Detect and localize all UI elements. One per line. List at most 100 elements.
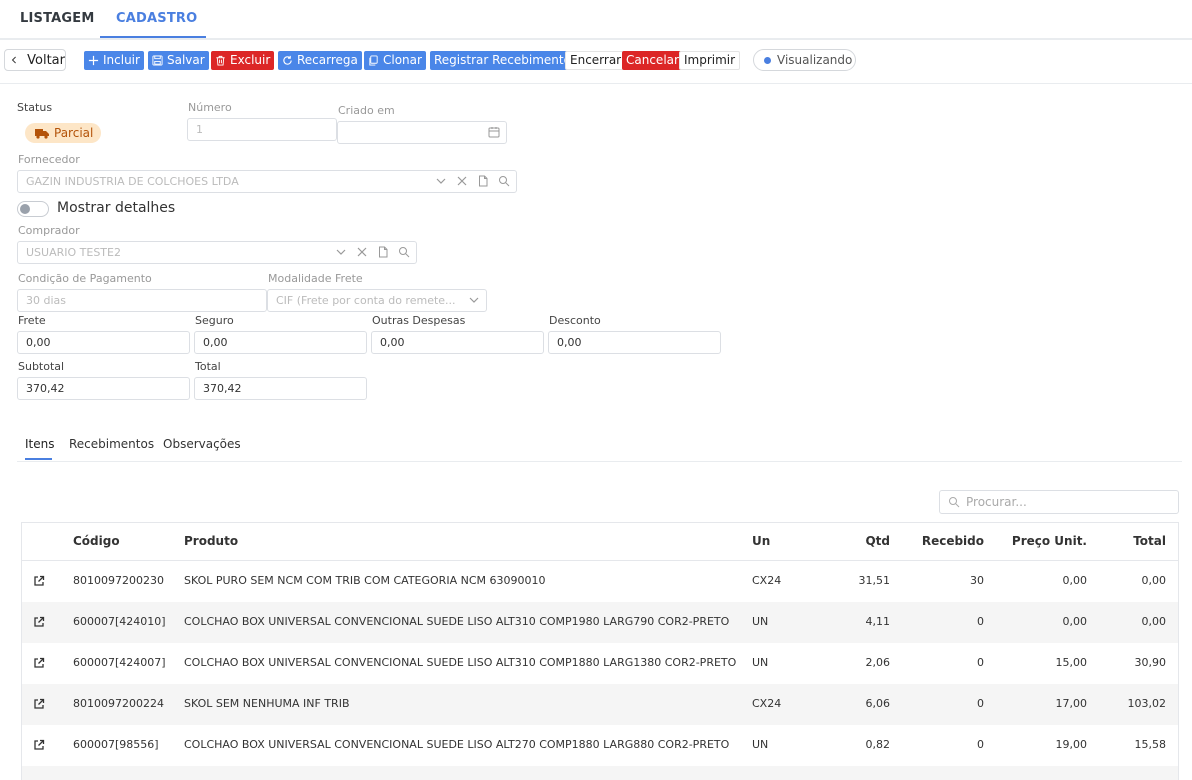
cell-recebido: 0 (977, 615, 984, 628)
top-tab-bar: LISTAGEM CADASTRO (0, 0, 1192, 40)
status-badge-label: Parcial (54, 126, 94, 140)
outras-despesas-label: Outras Despesas (372, 314, 466, 327)
seguro-field[interactable]: 0,00 (194, 331, 367, 354)
tab-observacoes[interactable]: Observações (163, 437, 241, 451)
document-icon[interactable] (377, 246, 389, 258)
open-external-icon[interactable] (33, 739, 45, 751)
mostrar-detalhes-toggle[interactable] (17, 201, 49, 217)
modalidade-frete-select[interactable]: CIF (Frete por conta do remete... (267, 289, 487, 312)
save-icon (152, 55, 163, 66)
tab-cadastro[interactable]: CADASTRO (116, 11, 197, 26)
cell-codigo: 8010097200230 (73, 574, 164, 587)
clear-icon[interactable] (356, 246, 368, 258)
desconto-field[interactable]: 0,00 (548, 331, 721, 354)
table-row[interactable] (22, 766, 1178, 780)
voltar-label: Voltar (27, 52, 65, 68)
header-recebido[interactable]: Recebido (902, 534, 984, 548)
table-header: Código Produto Un Qtd Recebido Preço Uni… (22, 523, 1178, 561)
fornecedor-field[interactable]: GAZIN INDUSTRIA DE COLCHOES LTDA (17, 170, 517, 193)
outras-despesas-field[interactable]: 0,00 (371, 331, 544, 354)
table-row[interactable]: 8010097200224 SKOL SEM NENHUMA INF TRIB CX… (22, 684, 1178, 725)
registrar-recebimento-button[interactable]: Registrar Recebimento (430, 51, 575, 70)
header-preco-unit[interactable]: Preço Unit. (997, 534, 1087, 548)
search-placeholder: Procurar... (966, 495, 1027, 509)
mode-indicator: Visualizando (753, 49, 856, 71)
header-qtd[interactable]: Qtd (822, 534, 890, 548)
mode-label: Visualizando (777, 53, 853, 67)
status-badge: Parcial (25, 123, 101, 143)
items-table: Código Produto Un Qtd Recebido Preço Uni… (21, 522, 1179, 780)
cell-codigo: 8010097200224 (73, 697, 164, 710)
table-row[interactable]: 600007[424007] COLCHAO BOX UNIVERSAL CONV… (22, 643, 1178, 684)
tab-listagem[interactable]: LISTAGEM (20, 11, 95, 26)
cell-recebido: 0 (977, 697, 984, 710)
open-external-icon[interactable] (33, 616, 45, 628)
table-row[interactable]: 600007[98556] COLCHAO BOX UNIVERSAL CONVE… (22, 725, 1178, 766)
salvar-button[interactable]: Salvar (148, 51, 209, 70)
voltar-button[interactable]: Voltar (4, 49, 66, 71)
condicao-pagamento-field[interactable]: 30 dias (17, 289, 267, 312)
cell-codigo: 600007[98556] (73, 738, 159, 751)
cancelar-button[interactable]: Cancelar (622, 51, 683, 70)
clonar-button[interactable]: Clonar (364, 51, 426, 70)
numero-label: Número (188, 101, 232, 114)
cell-preco-unit: 15,00 (1055, 656, 1088, 669)
open-external-icon[interactable] (33, 657, 45, 669)
comprador-value: USUARIO TESTE2 (26, 246, 121, 259)
subtotal-field[interactable]: 370,42 (17, 377, 190, 400)
header-codigo[interactable]: Código (73, 534, 120, 548)
chevron-down-icon[interactable] (435, 175, 447, 187)
fornecedor-label: Fornecedor (18, 153, 80, 166)
cell-qtd: 6,06 (865, 697, 891, 710)
tab-itens[interactable]: Itens (25, 437, 54, 451)
frete-field[interactable]: 0,00 (17, 331, 190, 354)
cell-codigo: 600007[424010] (73, 615, 166, 628)
cell-un: CX24 (752, 697, 782, 710)
toolbar-divider (0, 83, 1192, 84)
imprimir-button[interactable]: Imprimir (679, 51, 741, 70)
excluir-button[interactable]: Excluir (211, 51, 275, 70)
modalidade-frete-label: Modalidade Frete (268, 272, 363, 285)
table-row[interactable]: 600007[424010] COLCHAO BOX UNIVERSAL CONV… (22, 602, 1178, 643)
registrar-label: Registrar Recebimento (434, 53, 571, 67)
header-produto[interactable]: Produto (184, 534, 238, 548)
recarrega-button[interactable]: Recarrega (278, 51, 362, 70)
chevron-left-icon (11, 56, 16, 64)
open-external-icon[interactable] (33, 698, 45, 710)
subtotal-label: Subtotal (18, 360, 65, 373)
header-total[interactable]: Total (1097, 534, 1166, 548)
encerrar-button[interactable]: Encerrar (565, 51, 627, 70)
copy-icon (369, 55, 378, 66)
cell-produto: COLCHAO BOX UNIVERSAL CONVENCIONAL SUEDE… (184, 738, 730, 751)
cell-total: 103,02 (1127, 697, 1167, 710)
calendar-icon[interactable] (488, 126, 500, 138)
total-field[interactable]: 370,42 (194, 377, 367, 400)
document-icon[interactable] (477, 175, 489, 187)
chevron-down-icon[interactable] (468, 294, 480, 306)
desconto-label: Desconto (549, 314, 601, 327)
search-input[interactable]: Procurar... (939, 490, 1179, 514)
incluir-button[interactable]: Incluir (84, 51, 144, 70)
cell-un: UN (752, 656, 769, 669)
cell-recebido: 0 (977, 656, 984, 669)
tab-recebimentos[interactable]: Recebimentos (69, 437, 154, 451)
search-icon[interactable] (398, 246, 410, 258)
salvar-label: Salvar (167, 53, 205, 67)
search-icon[interactable] (498, 175, 510, 187)
criado-em-field[interactable] (337, 121, 507, 144)
cell-un: UN (752, 738, 769, 751)
cell-produto: COLCHAO BOX UNIVERSAL CONVENCIONAL SUEDE… (184, 656, 737, 669)
table-row[interactable]: 8010097200230 SKOL PURO SEM NCM COM TRIB … (22, 561, 1178, 602)
search-icon (949, 497, 960, 508)
header-un[interactable]: Un (752, 534, 770, 548)
truck-icon (35, 128, 49, 139)
numero-field[interactable]: 1 (187, 118, 337, 141)
cell-total: 30,90 (1134, 656, 1167, 669)
comprador-field[interactable]: USUARIO TESTE2 (17, 241, 417, 264)
cell-produto: SKOL PURO SEM NCM COM TRIB COM CATEGORIA… (184, 574, 546, 587)
chevron-down-icon[interactable] (335, 246, 347, 258)
seguro-label: Seguro (195, 314, 234, 327)
open-external-icon[interactable] (33, 575, 45, 587)
clear-icon[interactable] (456, 175, 468, 187)
criado-em-icons (488, 126, 500, 138)
